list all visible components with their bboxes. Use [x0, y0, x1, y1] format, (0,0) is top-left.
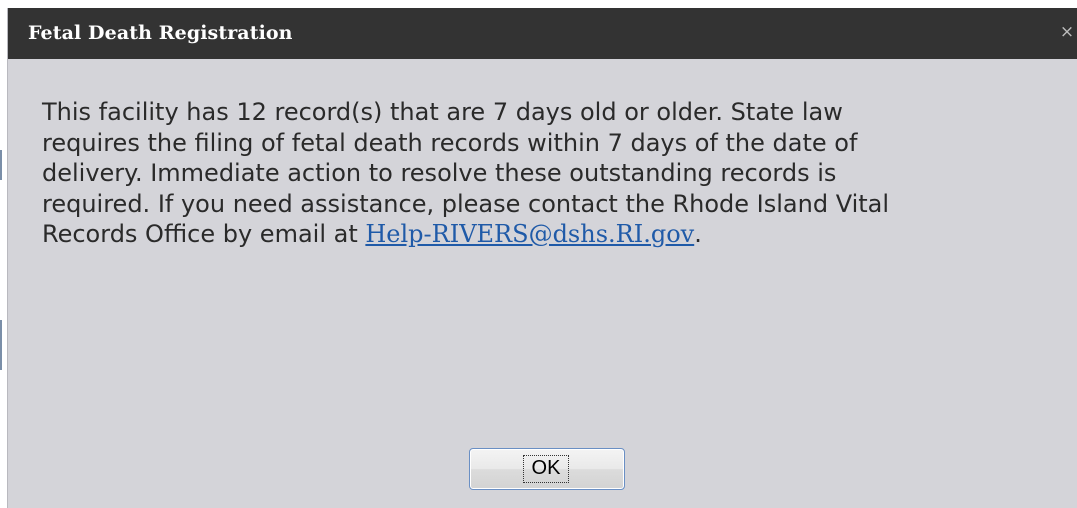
message-line: requires the filing of fetal death recor…: [42, 128, 858, 157]
background-window-edge: [0, 320, 2, 370]
message-line: This facility has 12 record(s) that are …: [42, 98, 843, 126]
dialog-titlebar: Fetal Death Registration ×: [8, 8, 1077, 59]
close-icon[interactable]: ×: [1059, 21, 1075, 43]
dialog-title: Fetal Death Registration: [28, 22, 293, 44]
message-line: delivery. Immediate action to resolve th…: [42, 159, 837, 187]
message-line: Records Office by email at: [42, 220, 366, 248]
ok-button[interactable]: OK: [469, 448, 625, 490]
message-punctuation: .: [694, 220, 702, 248]
message-line: required. If you need assistance, please…: [42, 189, 890, 218]
dialog-message: This facility has 12 record(s) that are …: [42, 97, 1042, 250]
fetal-death-registration-dialog: Fetal Death Registration × This facility…: [7, 8, 1077, 508]
background-window-edge: [0, 150, 2, 180]
ok-button-label: OK: [523, 455, 569, 483]
email-link[interactable]: Help-RIVERS@dshs.RI.gov: [365, 220, 694, 248]
